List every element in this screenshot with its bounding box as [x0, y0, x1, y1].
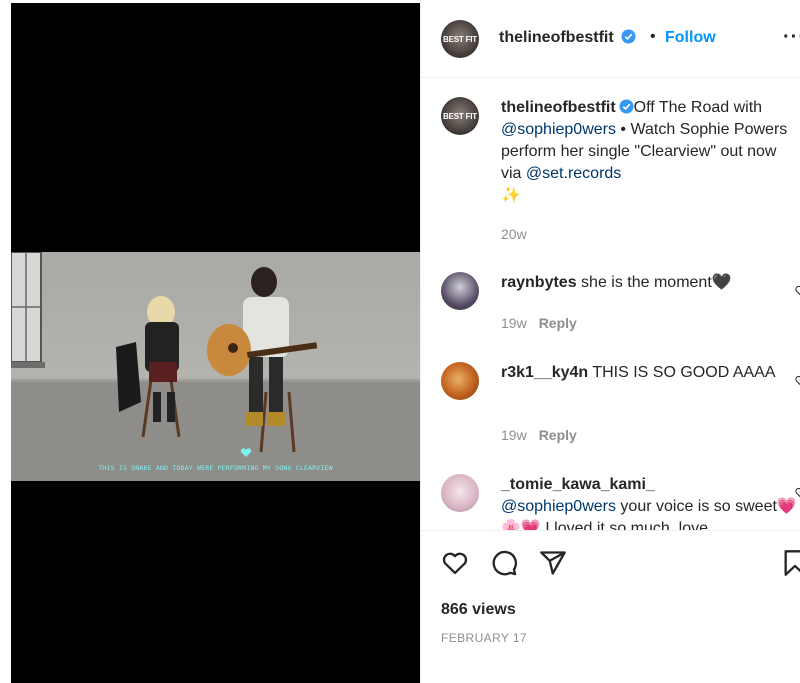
subtitle-heart-icon [240, 448, 252, 457]
comment-username[interactable]: raynbytes [501, 274, 577, 291]
comment-text: _tomie_kawa_kami_ @sophiep0wers your voic… [501, 474, 800, 530]
view-count[interactable]: 866 views [441, 601, 516, 619]
post-date[interactable]: FEBRUARY 17 [441, 631, 527, 645]
avatar-logo-text: BEST FIT [443, 35, 477, 45]
header-separator: • [650, 28, 656, 45]
comment-mention[interactable]: @sophiep0wers [501, 498, 616, 515]
post-caption: thelineofbestfit Off The Road with @sophi… [501, 97, 793, 207]
author-avatar[interactable]: BEST FIT [441, 20, 479, 58]
like-comment-icon[interactable] [795, 375, 800, 387]
caption-timestamp[interactable]: 20w [501, 226, 527, 242]
caption-text: Off The Road with [633, 99, 763, 116]
reply-button[interactable]: Reply [539, 427, 577, 443]
comment-username[interactable]: _tomie_kawa_kami_ [501, 476, 655, 493]
comment-avatar[interactable] [441, 272, 479, 310]
avatar-logo-text: BEST FIT [443, 112, 477, 122]
follow-button[interactable]: Follow [665, 29, 716, 47]
comment-body: she is the moment🖤 [576, 274, 732, 291]
caption-avatar[interactable]: BEST FIT [441, 97, 479, 135]
verified-icon [621, 29, 636, 44]
comment-username[interactable]: r3k1__ky4n [501, 364, 588, 381]
comments-list[interactable]: BEST FIT thelineofbestfit Off The Road wi… [421, 79, 800, 530]
video-frame[interactable]: THIS IS SNAKE AND TODAY WERE PERFORMING … [11, 252, 420, 481]
more-icon[interactable]: ··· [783, 26, 800, 49]
video-scene [11, 252, 420, 481]
caption-mention[interactable]: @set.records [526, 165, 621, 182]
comment-avatar[interactable] [441, 362, 479, 400]
share-icon[interactable] [539, 549, 567, 577]
verified-icon [619, 99, 634, 114]
post-actions: 866 views FEBRUARY 17 [421, 530, 800, 683]
comment-time[interactable]: 19w [501, 427, 527, 443]
comment-avatar[interactable] [441, 474, 479, 512]
comment-meta: 19w Reply [501, 315, 577, 331]
video-subtitle: THIS IS SNAKE AND TODAY WERE PERFORMING … [98, 464, 333, 472]
comment-text: raynbytes she is the moment🖤 [501, 272, 800, 294]
caption-username[interactable]: thelineofbestfit [501, 99, 616, 116]
like-comment-icon[interactable] [795, 487, 800, 499]
sparkles-emoji: ✨ [501, 187, 521, 204]
caption-mention[interactable]: @sophiep0wers [501, 121, 616, 138]
comment-text: r3k1__ky4n THIS IS SO GOOD AAAA [501, 362, 800, 384]
comment-meta: 19w Reply [501, 427, 577, 443]
comment-icon[interactable] [490, 549, 518, 577]
author-username[interactable]: thelineofbestfit [499, 29, 614, 46]
post-header: BEST FIT thelineofbestfit • Follow ··· [421, 0, 800, 78]
comment-body: THIS IS SO GOOD AAAA [588, 364, 776, 381]
left-margin [0, 0, 11, 683]
heart-icon[interactable] [441, 549, 469, 577]
reply-button[interactable]: Reply [539, 315, 577, 331]
bookmark-icon[interactable] [781, 549, 800, 577]
like-comment-icon[interactable] [795, 285, 800, 297]
comment-time[interactable]: 19w [501, 315, 527, 331]
video-player[interactable]: THIS IS SNAKE AND TODAY WERE PERFORMING … [11, 3, 420, 683]
post-panel: BEST FIT thelineofbestfit • Follow ··· B… [420, 0, 800, 683]
